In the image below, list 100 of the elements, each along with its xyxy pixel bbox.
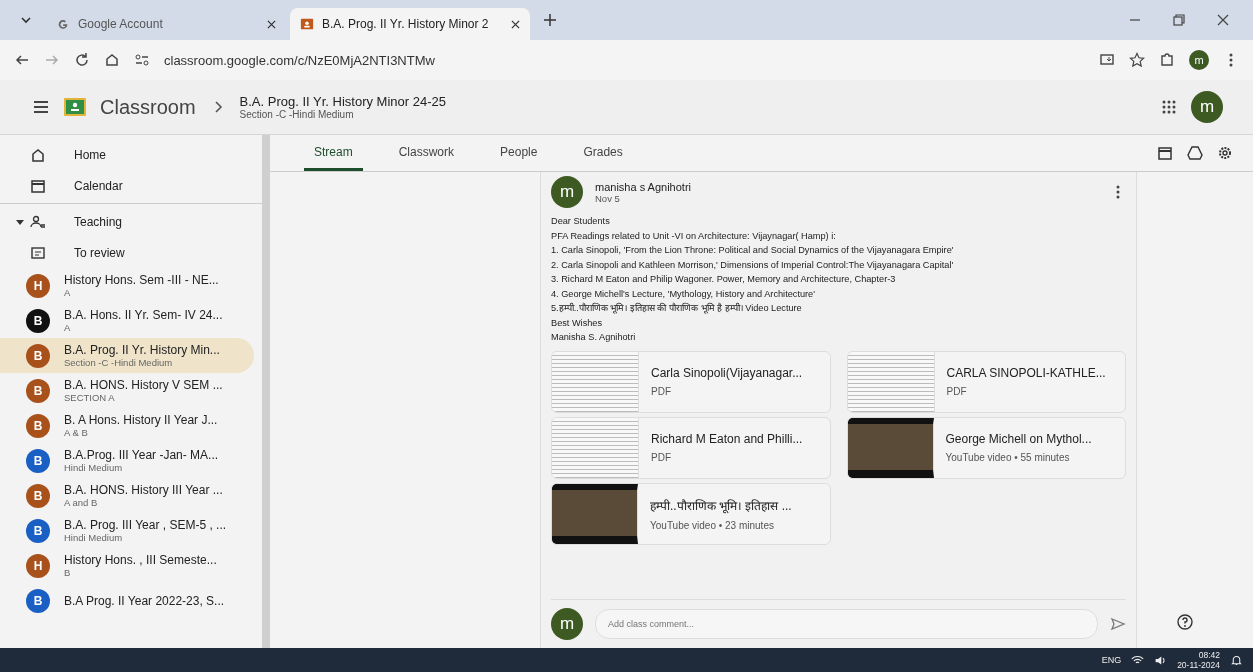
post-text-line: 3. Richard M Eaton and Philip Wagoner. Power, Memory and Architecture, Chapter-3: [551, 273, 897, 286]
avatar: m: [551, 608, 583, 640]
sidebar-item[interactable]: Home: [0, 139, 262, 170]
avatar: m: [551, 176, 583, 208]
post-text-line: 1. Carla Sinopoli, 'From the Lion Throne: Political and Social Dynamics of the Vijayanagara Empire': [551, 244, 955, 257]
home-icon[interactable]: [104, 52, 120, 68]
browser-tab[interactable]: Google Account: [46, 8, 286, 40]
close-icon[interactable]: [267, 19, 276, 29]
comment-input[interactable]: Add class comment...: [595, 609, 1098, 639]
attachment-card[interactable]: हम्पी..पौराणिक भूमि। इतिहास ... YouTube video • 23 minutes: [551, 482, 831, 545]
attachment-card[interactable]: Carla Sinopoli(Vijayanagar... PDF: [551, 350, 831, 413]
plus-icon[interactable]: [542, 12, 558, 28]
attachment-meta: PDF: [651, 452, 672, 463]
class-title: History Hons. Sem -III - NE...: [64, 273, 219, 287]
class-avatar: B: [26, 483, 50, 508]
class-title: B.A. Hons. II Yr. Sem- IV 24...: [64, 308, 223, 322]
menu-icon[interactable]: [32, 98, 50, 116]
avatar[interactable]: m: [1191, 91, 1223, 123]
attachment-title: हम्पी..पौराणिक भूमि। इतिहास ...: [650, 497, 792, 514]
class-avatar: H: [26, 273, 50, 298]
app-name[interactable]: Classroom: [100, 95, 196, 119]
class-item[interactable]: H History Hons. , III Semeste... B: [0, 548, 254, 583]
post-text-line: 4. George Michell's Lecture, 'Mythology, History and Architecture': [551, 287, 816, 301]
restore-icon[interactable]: [1171, 12, 1187, 28]
class-item[interactable]: B B.A. Prog. II Yr. History Min... Section -C -Hindi Medium: [0, 338, 254, 373]
class-title: B.A. HONS. History III Year ...: [64, 483, 223, 497]
attachment-card[interactable]: CARLA SINOPOLI-KATHLE... PDF: [846, 350, 1126, 413]
class-subtitle: A and B: [64, 497, 99, 508]
calendar-icon[interactable]: [1157, 145, 1173, 161]
course-tab[interactable]: Stream: [304, 145, 363, 171]
send-icon[interactable]: [1110, 616, 1126, 632]
clock-time[interactable]: 08:42: [1198, 650, 1220, 660]
post-text-line: 2. Carla Sinopoli and Kathleen Morrison,' Dimensions of Imperial Control:The Vijayanagara Capital': [551, 258, 955, 272]
class-item[interactable]: B B.A. HONS. History III Year ... A and B: [0, 478, 254, 513]
class-title: B.A Prog. II Year 2022-23, S...: [64, 593, 225, 608]
attachment-meta: PDF: [651, 386, 672, 397]
class-subtitle: Section -C -Hindi Medium: [64, 357, 174, 368]
class-subtitle: A: [64, 322, 72, 333]
language-indicator[interactable]: ENG: [1101, 655, 1122, 665]
course-section: Section -C -Hindi Medium: [239, 109, 446, 120]
classroom-logo-icon: [300, 17, 314, 31]
post-date: Nov 5: [595, 192, 621, 204]
class-title: B.A. Prog. III Year , SEM-5 , ...: [64, 518, 227, 532]
attachment-title: Richard M Eaton and Philli...: [651, 432, 803, 446]
class-title: B.A. HONS. History V SEM ...: [64, 378, 223, 392]
puzzle-icon[interactable]: [1159, 52, 1175, 68]
post-text-line: Manisha S. Agnihotri: [551, 331, 637, 344]
star-icon[interactable]: [1129, 52, 1145, 68]
class-item[interactable]: H History Hons. Sem -III - NE... A: [0, 268, 254, 303]
class-avatar: B: [26, 448, 50, 473]
class-avatar: B: [26, 588, 50, 613]
class-item[interactable]: B B. A Hons. History II Year J... A & B: [0, 408, 254, 443]
class-item[interactable]: B B.A. Prog. III Year , SEM-5 , ... Hindi Medium: [0, 513, 254, 548]
class-avatar: B: [26, 343, 50, 368]
class-title: History Hons. , III Semeste...: [64, 553, 217, 567]
avatar[interactable]: m: [1189, 50, 1209, 70]
post-text-line: Dear Students: [551, 215, 611, 228]
attachment-title: CARLA SINOPOLI-KATHLE...: [946, 366, 1106, 380]
install-app-icon[interactable]: [1099, 52, 1115, 68]
help-icon[interactable]: [1177, 614, 1193, 630]
settings-icon[interactable]: [1217, 145, 1233, 161]
attachment-card[interactable]: George Michell on Mythol... YouTube video • 55 minutes: [846, 416, 1126, 479]
author-name: manisha s Agnihotri: [595, 180, 691, 193]
attachment-meta: YouTube video • 23 minutes: [650, 519, 775, 531]
class-item[interactable]: B B.A.Prog. III Year -Jan- MA... Hindi Medium: [0, 443, 254, 478]
attachment-card[interactable]: Richard M Eaton and Philli... PDF: [551, 416, 831, 479]
class-avatar: B: [26, 378, 50, 403]
class-subtitle: SECTION A: [64, 392, 116, 403]
post-text-line: 5.हम्पी..पौराणिक भूमि। इतिहास की पौराणिक भूमि है हम्पी। Video Lecture: [551, 301, 803, 316]
site-settings-icon[interactable]: [134, 52, 150, 68]
clock-date[interactable]: 20-11-2024: [1177, 660, 1220, 670]
class-subtitle: A & B: [64, 427, 89, 438]
class-title: B.A.Prog. III Year -Jan- MA...: [64, 448, 219, 462]
close-icon[interactable]: [511, 19, 520, 29]
class-avatar: H: [26, 553, 50, 578]
course-tab[interactable]: Classwork: [388, 145, 465, 171]
class-item[interactable]: B B.A. Hons. II Yr. Sem- IV 24... A: [0, 303, 254, 338]
course-title: B.A. Prog. II Yr. History Minor 24-25: [239, 94, 446, 109]
calendar-icon: [30, 177, 46, 194]
attachment-title: Carla Sinopoli(Vijayanagar...: [651, 366, 803, 380]
post-text-line: PFA Readings related to Unit -VI on Architecture: Vijaynagar( Hamp) i:: [551, 229, 837, 243]
address-bar[interactable]: classroom.google.com/c/NzE0MjA2NTI3NTMw: [164, 52, 435, 68]
class-item[interactable]: B B.A. HONS. History V SEM ... SECTION A: [0, 373, 254, 408]
course-tab[interactable]: People: [490, 145, 548, 171]
sidebar-item[interactable]: To review: [0, 237, 262, 268]
class-avatar: B: [26, 518, 50, 543]
apps-grid-icon[interactable]: [1161, 99, 1177, 115]
reload-icon[interactable]: [74, 52, 90, 68]
class-title: B.A. Prog. II Yr. History Min...: [64, 343, 220, 357]
bell-icon[interactable]: [1230, 653, 1243, 667]
class-avatar: B: [26, 308, 50, 333]
folder-icon: [30, 244, 46, 261]
close-icon[interactable]: [1215, 12, 1231, 28]
class-avatar: B: [26, 413, 50, 438]
sidebar-item[interactable]: Calendar: [0, 170, 262, 201]
browser-tab[interactable]: B.A. Prog. II Yr. History Minor 2: [290, 8, 530, 40]
sidebar-item[interactable]: Teaching: [0, 206, 262, 237]
class-item[interactable]: B B.A Prog. II Year 2022-23, S...: [0, 583, 254, 618]
course-tab[interactable]: Grades: [573, 145, 633, 171]
post-text-line: Best Wishes: [551, 316, 604, 330]
